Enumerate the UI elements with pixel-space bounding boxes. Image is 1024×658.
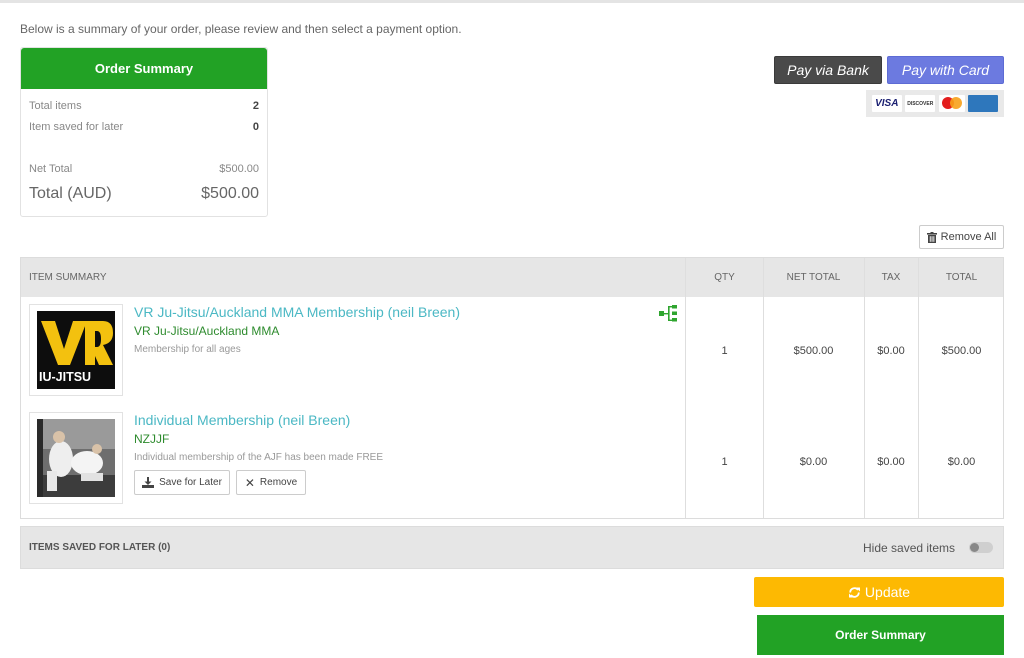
row-net-total: $500.00 (793, 345, 834, 357)
saved-items-row: Item saved for later 0 (29, 121, 259, 133)
order-summary-card: Order Summary Total items 2 Item saved f… (20, 47, 268, 217)
close-icon: ✕ (244, 475, 255, 490)
discover-logo-icon: DISCOVER (905, 95, 936, 112)
row-tax: $0.00 (877, 456, 905, 468)
net-total-row: Net Total $500.00 (29, 163, 259, 175)
download-icon (142, 477, 155, 488)
row-total: $0.00 (947, 456, 976, 468)
logo-text: IU-JITSU (39, 370, 91, 384)
vr-jujitsu-logo-icon: IU-JITSU (37, 311, 115, 389)
pay-via-bank-button[interactable]: Pay via Bank (774, 56, 882, 84)
table-header: ITEM SUMMARY QTY NET TOTAL TAX TOTAL (21, 258, 1003, 297)
saved-items-heading: ITEMS SAVED FOR LATER (0) (29, 542, 171, 553)
save-for-later-button[interactable]: Save for Later (134, 470, 230, 495)
item-organization: NZJJF (134, 432, 170, 446)
row-total: $500.00 (941, 345, 982, 357)
card-logos: VISA DISCOVER (866, 90, 1004, 117)
item-title-link[interactable]: VR Ju-Jitsu/Auckland MMA Membership (nei… (134, 304, 460, 320)
amex-logo-icon (968, 95, 999, 112)
row-qty: 1 (721, 345, 728, 357)
order-summary-title: Order Summary (21, 48, 267, 89)
total-items-value: 2 (252, 100, 259, 112)
hide-saved-items-toggle[interactable] (969, 542, 993, 553)
grand-total-row: Total (AUD) $500.00 (29, 185, 259, 203)
net-total-value: $500.00 (219, 163, 259, 175)
row-net-total: $0.00 (799, 456, 828, 468)
grand-total-value: $500.00 (201, 185, 259, 202)
grand-total-label: Total (AUD) (29, 185, 112, 202)
items-table: ITEM SUMMARY QTY NET TOTAL TAX TOTAL IU-… (20, 257, 1004, 519)
order-summary-button[interactable]: Order Summary (757, 615, 1004, 655)
saved-items-value: 0 (252, 121, 259, 133)
save-for-later-label: Save for Later (159, 477, 222, 488)
header-qty: QTY (714, 272, 735, 283)
item-thumbnail: IU-JITSU (29, 304, 123, 396)
item-organization: VR Ju-Jitsu/Auckland MMA (134, 324, 280, 338)
visa-logo-icon: VISA (871, 95, 902, 112)
update-label: Update (864, 584, 911, 600)
saved-items-label: Item saved for later (29, 121, 124, 133)
jujitsu-photo-icon (37, 419, 115, 497)
item-description: Membership for all ages (134, 344, 241, 355)
header-net-total: NET TOTAL (786, 272, 841, 283)
trash-icon (926, 231, 937, 243)
hierarchy-icon[interactable] (659, 305, 679, 323)
remove-label: Remove (259, 477, 298, 488)
saved-items-bar: ITEMS SAVED FOR LATER (0) Hide saved ite… (20, 526, 1004, 569)
row-qty: 1 (721, 456, 728, 468)
total-items-row: Total items 2 (29, 100, 259, 112)
update-button[interactable]: Update (754, 577, 1004, 607)
refresh-icon (848, 586, 860, 598)
total-items-label: Total items (29, 100, 82, 112)
net-total-label: Net Total (29, 163, 73, 175)
intro-text: Below is a summary of your order, please… (20, 22, 462, 36)
item-description: Individual membership of the AJF has bee… (134, 452, 384, 463)
item-title-link[interactable]: Individual Membership (neil Breen) (134, 412, 350, 428)
remove-button[interactable]: ✕ Remove (236, 470, 306, 495)
top-divider (0, 0, 1024, 3)
hide-saved-items-label: Hide saved items (863, 540, 956, 555)
table-row: IU-JITSU VR Ju-Jitsu/Auckland MMA Member… (21, 297, 1003, 405)
table-row: Individual Membership (neil Breen) NZJJF… (21, 405, 1003, 519)
row-tax: $0.00 (877, 345, 905, 357)
remove-all-button[interactable]: Remove All (919, 225, 1004, 249)
header-total: TOTAL (945, 272, 978, 283)
header-tax: TAX (881, 272, 901, 283)
header-item-summary: ITEM SUMMARY (29, 272, 107, 283)
remove-all-label: Remove All (940, 231, 997, 243)
mastercard-logo-icon (938, 95, 965, 112)
pay-with-card-button[interactable]: Pay with Card (887, 56, 1004, 84)
item-thumbnail (29, 412, 123, 504)
